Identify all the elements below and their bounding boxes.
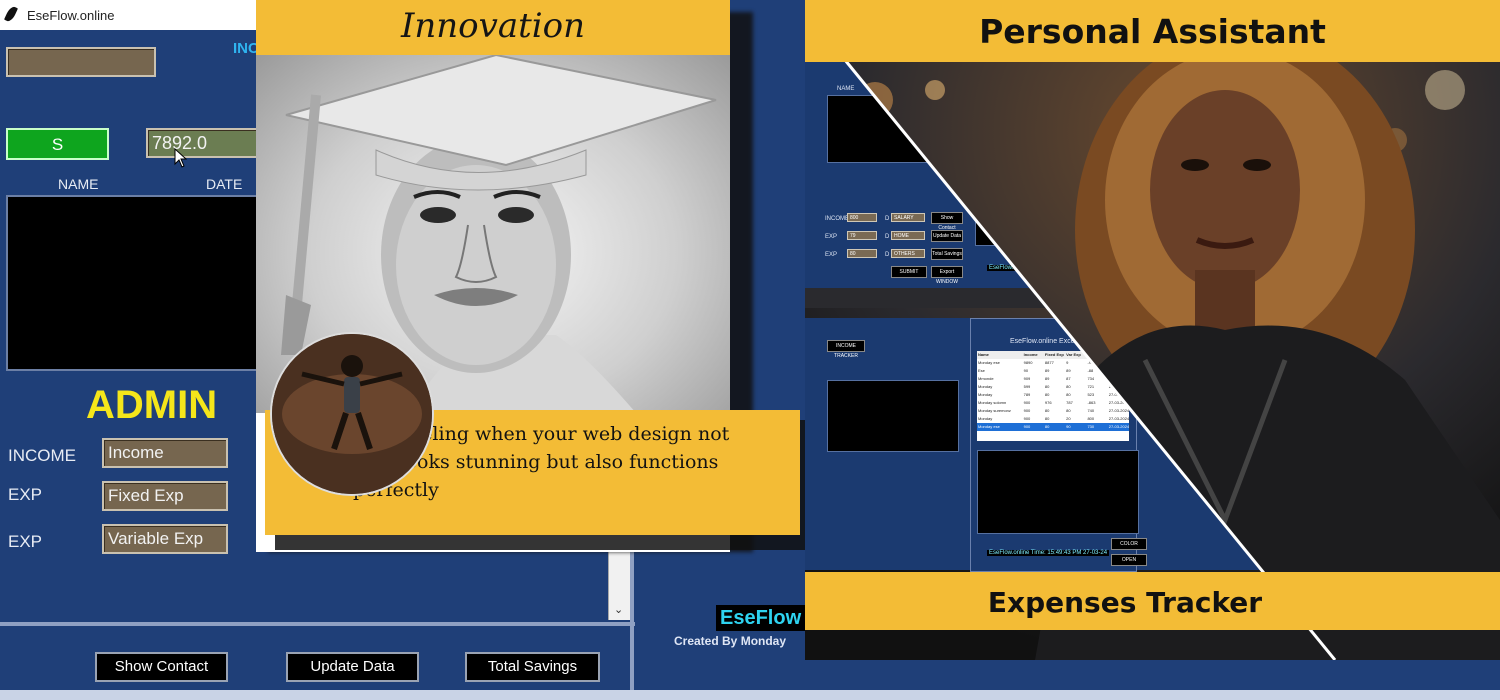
brand-label: EseFlow xyxy=(716,605,806,631)
date-column-header: DATE xyxy=(206,176,243,192)
income-input[interactable]: Income xyxy=(102,438,228,468)
bottom-strip xyxy=(0,690,1500,700)
variable-exp-label: EXP xyxy=(8,532,43,551)
admin-label: ADMIN xyxy=(86,383,218,427)
chevron-down-icon[interactable]: ⌄ xyxy=(614,603,623,616)
variable-exp-input[interactable]: Variable Exp xyxy=(102,524,228,554)
mouse-cursor-icon xyxy=(174,148,188,168)
divider-vertical xyxy=(630,540,634,690)
total-savings-button[interactable]: Total Savings xyxy=(465,652,600,682)
expenses-title: Expenses Tracker xyxy=(987,586,1263,619)
show-contact-button[interactable]: Show Contact xyxy=(95,652,228,682)
fixed-exp-label: EXP xyxy=(8,485,43,504)
fixed-exp-input[interactable]: Fixed Exp xyxy=(102,481,228,511)
income-header-label: INC xyxy=(233,40,259,57)
income-label: INCOME xyxy=(8,446,76,465)
update-data-button[interactable]: Update Data xyxy=(286,652,419,682)
s-button[interactable]: S xyxy=(6,128,109,160)
child-avatar-image xyxy=(270,332,434,496)
window-title: EseFlow.online xyxy=(27,8,115,23)
divider xyxy=(0,622,635,626)
innovation-title: Innovation xyxy=(400,6,586,46)
diagonal-divider xyxy=(843,59,1337,660)
window-titlebar: EseFlow.online xyxy=(0,0,260,30)
name-column-header: NAME xyxy=(58,176,99,192)
amount-field[interactable]: 7892.0 xyxy=(146,128,258,158)
name-field[interactable] xyxy=(6,47,156,77)
feather-icon xyxy=(3,5,19,23)
records-listbox[interactable] xyxy=(6,195,260,371)
assistant-title: Personal Assistant xyxy=(979,12,1326,51)
assistant-card: NAME INCOME 800 D SALARY Show Contact EX… xyxy=(805,0,1500,660)
created-by-label: Created By Monday xyxy=(674,634,787,648)
scrollbar[interactable]: ⌄ xyxy=(608,540,631,620)
